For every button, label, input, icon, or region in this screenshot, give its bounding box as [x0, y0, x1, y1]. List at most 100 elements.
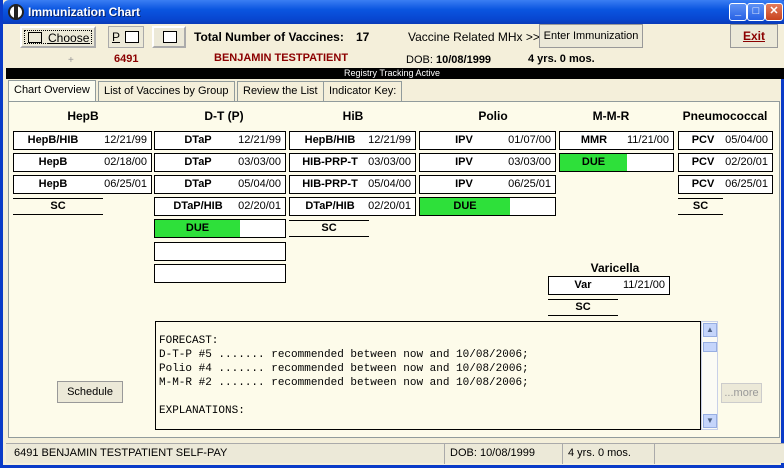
group-header-polio: Polio — [478, 109, 508, 123]
group-header-hepb: HepB — [67, 109, 99, 123]
vaccine-date: 06/25/01 — [104, 178, 147, 190]
registry-banner: Registry Tracking Active — [6, 68, 784, 79]
vaccine-name: HepB/HIB — [27, 134, 79, 146]
sc-indicator: SC — [13, 198, 103, 215]
printer-icon — [163, 31, 177, 43]
group-header-pneumococcal: Pneumococcal — [682, 109, 768, 123]
vaccine-entry[interactable]: PCV 05/04/00 — [678, 131, 773, 150]
group-header-mmr: M-M-R — [592, 109, 630, 123]
total-vaccines-label: Total Number of Vaccines: — [194, 30, 344, 44]
scroll-down-icon[interactable]: ▼ — [703, 414, 717, 428]
vaccine-entry[interactable]: HepB 02/18/00 — [13, 153, 152, 172]
vaccine-entry[interactable]: MMR 11/21/00 — [559, 131, 674, 150]
vaccine-date: 03/03/00 — [238, 156, 281, 168]
due-label: DUE — [581, 156, 606, 168]
maximize-button[interactable]: □ — [747, 3, 765, 21]
vaccine-name: HIB-PRP-T — [302, 156, 358, 168]
scroll-up-icon[interactable]: ▲ — [703, 323, 717, 337]
minimize-button[interactable]: _ — [729, 3, 747, 21]
sc-indicator: SC — [289, 220, 369, 237]
immunization-chart-window: Immunization Chart _ □ ✕ Choose P Total … — [0, 0, 784, 468]
forecast-scrollbar[interactable]: ▲ ▼ — [701, 321, 718, 430]
vaccine-name: IPV — [455, 134, 473, 146]
vaccine-name: MMR — [580, 134, 608, 146]
scroll-thumb[interactable] — [703, 342, 717, 352]
print-button[interactable]: P — [108, 26, 144, 48]
vaccine-name: PCV — [691, 134, 715, 146]
sc-indicator: SC — [548, 299, 618, 316]
registry-text: Registry Tracking Active — [344, 68, 441, 78]
vaccine-entry[interactable]: DTaP 05/04/00 — [154, 175, 286, 194]
enter-immunization-button[interactable]: Enter Immunization — [539, 24, 643, 48]
vaccine-entry[interactable]: HepB/HIB 12/21/99 — [289, 131, 416, 150]
vaccine-date: 03/03/00 — [368, 156, 411, 168]
vaccine-entry[interactable]: PCV 02/20/01 — [678, 153, 773, 172]
status-dob: DOB: 10/08/1999 — [450, 447, 536, 459]
vaccine-name: HepB — [38, 178, 68, 190]
patient-id: 6491 — [114, 53, 139, 65]
tab-chart-overview[interactable]: Chart Overview — [8, 80, 96, 102]
vaccine-name: DTaP — [184, 156, 212, 168]
forecast-textarea[interactable]: FORECAST: D-T-P #5 ....... recommended b… — [155, 321, 701, 430]
patient-age: 4 yrs. 0 mos. — [528, 53, 595, 65]
schedule-button[interactable]: Schedule — [57, 381, 123, 403]
vaccine-date: 05/04/00 — [725, 134, 768, 146]
tab-indicator-key[interactable]: Indicator Key: — [323, 81, 403, 101]
window-title: Immunization Chart — [28, 5, 141, 19]
vaccine-entry[interactable]: DTaP 03/03/00 — [154, 153, 286, 172]
vaccine-name: HIB-PRP-T — [302, 178, 358, 190]
vaccine-entry[interactable]: IPV 01/07/00 — [419, 131, 556, 150]
vaccine-date: 06/25/01 — [508, 178, 551, 190]
vaccine-entry[interactable]: HIB-PRP-T 05/04/00 — [289, 175, 416, 194]
vaccine-date: 02/20/01 — [238, 200, 281, 212]
vaccine-entry[interactable]: HepB 06/25/01 — [13, 175, 152, 194]
print-chart-button[interactable] — [152, 26, 186, 48]
vaccine-entry[interactable]: HepB/HIB 12/21/99 — [13, 131, 152, 150]
vaccine-date: 06/25/01 — [725, 178, 768, 190]
group-header-hib: HiB — [342, 109, 364, 123]
sc-indicator: SC — [678, 198, 723, 215]
vaccine-name: HepB — [38, 156, 68, 168]
dob-label: DOB: — [406, 54, 433, 66]
vaccine-entry[interactable]: DTaP/HIB 02/20/01 — [154, 197, 286, 216]
vaccine-entry[interactable]: PCV 06/25/01 — [678, 175, 773, 194]
vaccine-name: DTaP/HIB — [173, 200, 223, 212]
choose-label: Choose — [48, 31, 90, 45]
due-entry[interactable]: DUE — [559, 153, 674, 172]
vaccine-name: DTaP — [184, 134, 212, 146]
vaccine-date: 11/21/00 — [626, 134, 669, 146]
exit-button[interactable]: Exit — [730, 24, 778, 48]
due-entry[interactable]: DUE — [154, 219, 286, 238]
vaccine-entry[interactable]: Var 11/21/00 — [548, 276, 670, 295]
status-age: 4 yrs. 0 mos. — [568, 447, 631, 459]
group-header-dtp: D-T (P) — [204, 109, 244, 123]
due-entry[interactable]: DUE — [419, 197, 556, 216]
choose-button[interactable]: Choose — [20, 26, 96, 48]
dob-value: 10/08/1999 — [436, 54, 492, 66]
vaccine-date: 12/21/99 — [104, 134, 147, 146]
status-divider — [444, 444, 445, 464]
expand-indicator: + — [68, 55, 74, 66]
vaccine-date: 02/20/01 — [368, 200, 411, 212]
vaccine-entry[interactable]: IPV 03/03/00 — [419, 153, 556, 172]
status-divider — [654, 444, 655, 464]
vaccine-date: 01/07/00 — [508, 134, 551, 146]
vaccine-entry[interactable]: IPV 06/25/01 — [419, 175, 556, 194]
print-label: P — [112, 30, 121, 44]
title-bar[interactable]: Immunization Chart _ □ ✕ — [3, 0, 784, 24]
tab-review-list[interactable]: Review the List — [237, 81, 324, 101]
vaccine-mhx-link[interactable]: Vaccine Related MHx >> — [408, 30, 540, 44]
empty-slot[interactable] — [154, 264, 286, 283]
app-icon — [8, 4, 24, 20]
status-divider — [562, 444, 563, 464]
close-button[interactable]: ✕ — [765, 3, 783, 21]
group-header-varicella: Varicella — [590, 261, 640, 275]
vaccine-entry[interactable]: HIB-PRP-T 03/03/00 — [289, 153, 416, 172]
vaccine-entry[interactable]: DTaP 12/21/99 — [154, 131, 286, 150]
patient-header: Choose P Total Number of Vaccines: 17 Va… — [6, 24, 784, 68]
empty-slot[interactable] — [154, 242, 286, 261]
due-label: DUE — [453, 200, 477, 212]
more-button[interactable]: ...more — [721, 383, 762, 403]
vaccine-entry[interactable]: DTaP/HIB 02/20/01 — [289, 197, 416, 216]
tab-vaccines-by-group[interactable]: List of Vaccines by Group — [98, 81, 235, 101]
